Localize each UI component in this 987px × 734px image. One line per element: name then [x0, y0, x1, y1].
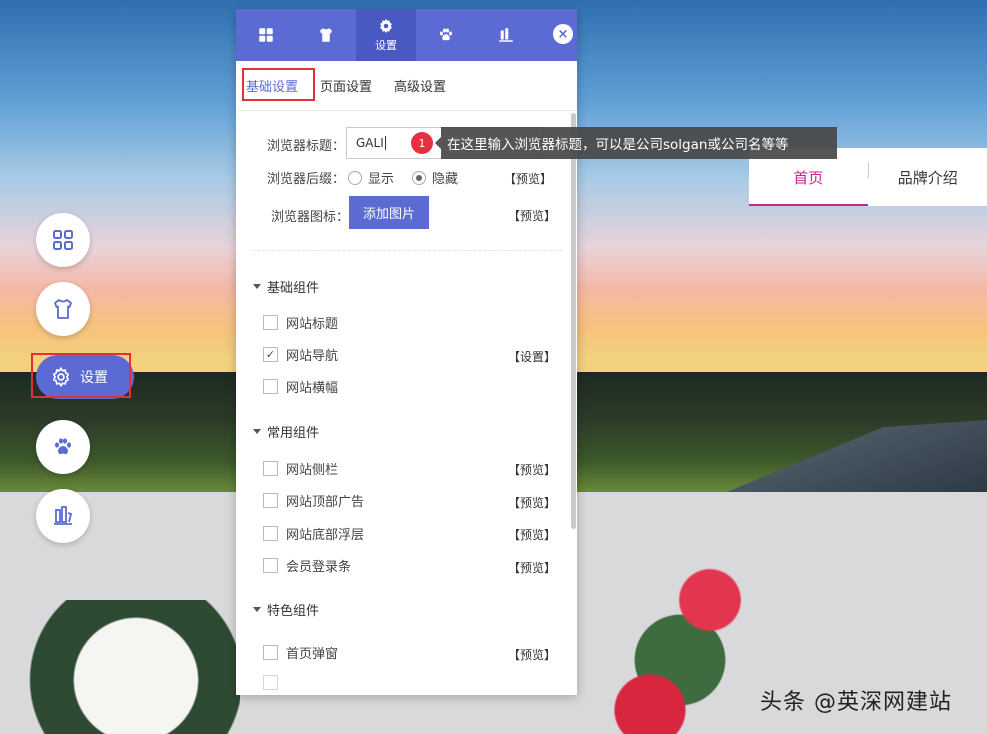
preview-link[interactable]: 【预览】	[508, 559, 556, 576]
caret-down-icon	[253, 607, 261, 612]
flowers-left	[0, 600, 240, 734]
radio-hide[interactable]	[412, 170, 426, 185]
subtab-page[interactable]: 页面设置	[320, 76, 372, 95]
check-top-ad[interactable]: 网站顶部广告	[263, 491, 364, 510]
panel-tab-settings[interactable]: 设置	[356, 9, 416, 61]
toolbar-component-button[interactable]	[36, 420, 90, 474]
text-cursor	[384, 136, 386, 150]
panel-tab-modules[interactable]	[476, 9, 536, 61]
site-nav-settings-link[interactable]: 【设置】	[508, 348, 556, 365]
preview-link[interactable]: 【预览】	[508, 646, 556, 663]
settings-panel: 设置 × 基础设置 页面设置 高级设置 浏览器标题： GALI 浏览器后缀： 显…	[236, 9, 577, 695]
section-featured-components[interactable]: 特色组件	[253, 600, 319, 619]
radio-show[interactable]	[348, 170, 362, 185]
suffix-option-show-label: 显示	[368, 172, 395, 187]
section-title-label: 基础组件	[267, 281, 320, 296]
tshirt-icon	[320, 28, 332, 42]
scrollbar[interactable]	[571, 113, 576, 529]
paw-icon	[55, 438, 71, 455]
subtab-advanced[interactable]: 高级设置	[394, 76, 446, 95]
nav-item-brand[interactable]: 品牌介绍	[869, 148, 987, 206]
panel-tab-settings-label: 设置	[375, 39, 397, 52]
panel-tab-theme[interactable]	[296, 9, 356, 61]
grid-icon	[53, 230, 73, 250]
checkbox[interactable]	[263, 645, 278, 660]
checkbox[interactable]	[263, 315, 278, 330]
browser-icon-label: 浏览器图标：	[271, 210, 350, 225]
check-partial-next[interactable]	[263, 675, 278, 690]
gear-icon	[380, 18, 392, 34]
check-label: 网站侧栏	[286, 463, 339, 478]
add-image-button[interactable]: 添加图片	[349, 196, 429, 229]
step-badge: 1	[411, 132, 433, 154]
toolbar-grid-button[interactable]	[36, 213, 90, 267]
toolbar-theme-button[interactable]	[36, 282, 90, 336]
check-site-sidebar[interactable]: 网站侧栏	[263, 459, 338, 478]
check-label: 会员登录条	[286, 560, 352, 575]
checkbox[interactable]	[263, 526, 278, 541]
checkbox[interactable]	[263, 675, 278, 690]
tshirt-icon	[54, 299, 72, 319]
icon-preview-link[interactable]: 【预览】	[508, 207, 556, 224]
section-basic-components[interactable]: 基础组件	[253, 277, 319, 296]
browser-title-label: 浏览器标题：	[267, 139, 346, 154]
checkbox[interactable]	[263, 493, 278, 508]
check-label: 网站标题	[286, 317, 339, 332]
check-home-popup[interactable]: 首页弹窗	[263, 643, 338, 662]
highlight-box-basic	[242, 68, 315, 101]
suffix-option-hide-label: 隐藏	[432, 172, 459, 187]
caret-down-icon	[253, 284, 261, 289]
preview-link[interactable]: 【预览】	[508, 461, 556, 478]
browser-title-value: GALI	[356, 136, 384, 150]
check-label: 首页弹窗	[286, 647, 339, 662]
tooltip: 在这里输入浏览器标题，可以是公司solgan或公司名等等	[435, 127, 837, 159]
caret-down-icon	[253, 429, 261, 434]
checkbox[interactable]	[263, 461, 278, 476]
check-site-title[interactable]: 网站标题	[263, 313, 338, 332]
checkbox-checked[interactable]: ✓	[263, 347, 278, 362]
grid-icon	[259, 28, 273, 42]
check-label: 网站导航	[286, 349, 339, 364]
check-site-banner[interactable]: 网站横幅	[263, 377, 338, 396]
divider	[252, 250, 562, 251]
suffix-option-show[interactable]: 显示	[348, 168, 394, 187]
panel-header: 设置 ×	[236, 9, 577, 61]
suffix-preview-link[interactable]: 【预览】	[504, 170, 552, 187]
browser-suffix-label: 浏览器后缀：	[267, 172, 346, 187]
component-icon	[54, 506, 73, 525]
flowers-right	[570, 560, 770, 734]
checkbox[interactable]	[263, 379, 278, 394]
preview-link[interactable]: 【预览】	[508, 526, 556, 543]
highlight-box-settings	[31, 353, 131, 398]
paw-icon	[440, 28, 452, 41]
section-title-label: 特色组件	[267, 604, 320, 619]
check-label: 网站底部浮层	[286, 528, 365, 543]
suffix-option-hide[interactable]: 隐藏	[412, 168, 458, 187]
check-site-nav[interactable]: ✓ 网站导航	[263, 345, 338, 364]
panel-tab-layout[interactable]	[236, 9, 296, 61]
check-member-login[interactable]: 会员登录条	[263, 556, 351, 575]
close-icon[interactable]: ×	[553, 24, 573, 44]
section-title-label: 常用组件	[267, 426, 320, 441]
check-label: 网站横幅	[286, 381, 339, 396]
checkbox[interactable]	[263, 558, 278, 573]
check-bottom-float[interactable]: 网站底部浮层	[263, 524, 364, 543]
toolbar-module-button[interactable]	[36, 489, 90, 543]
component-icon	[499, 28, 513, 42]
section-common-components[interactable]: 常用组件	[253, 422, 319, 441]
check-label: 网站顶部广告	[286, 495, 365, 510]
panel-tab-components[interactable]	[416, 9, 476, 61]
preview-link[interactable]: 【预览】	[508, 494, 556, 511]
watermark: 头条 @英深网建站	[760, 690, 952, 715]
